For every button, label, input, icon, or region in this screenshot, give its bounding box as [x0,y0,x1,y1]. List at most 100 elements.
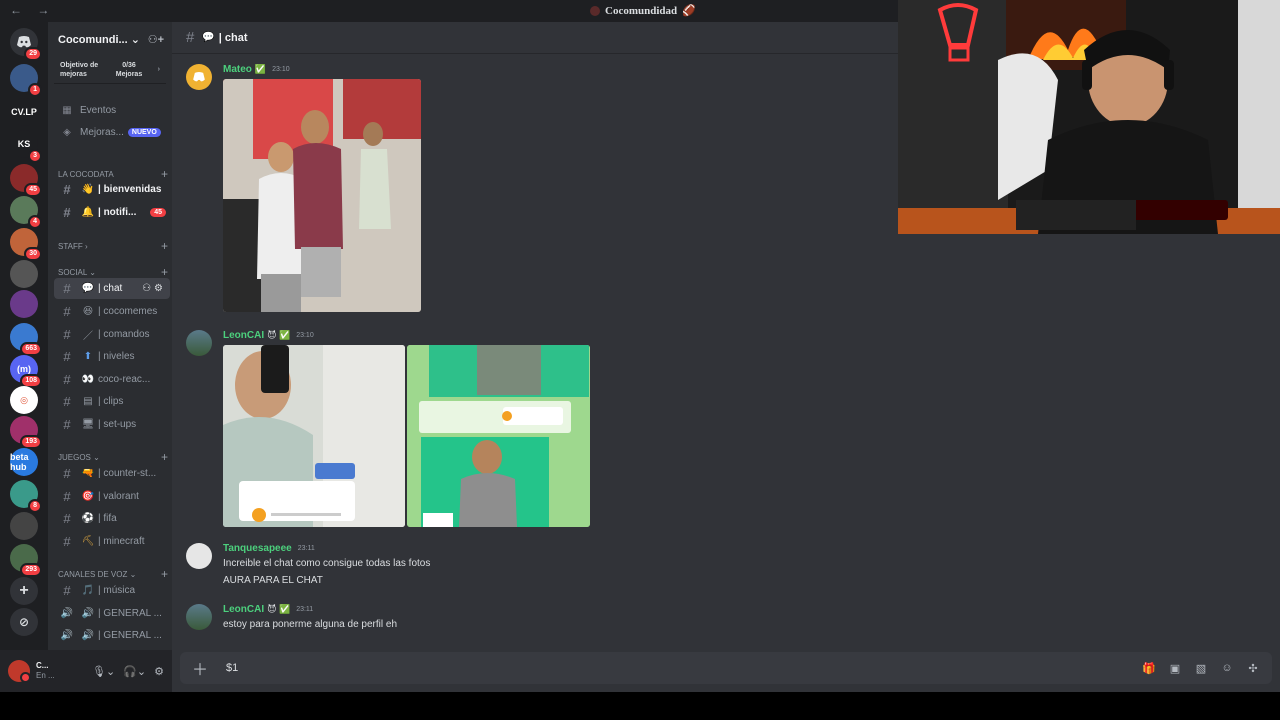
sidebar-item-events[interactable]: ▦ Eventos [54,100,170,121]
category-canales-de-voz[interactable]: CANALES DE VOZ ⌄ + [58,567,168,581]
server-icon[interactable] [10,290,38,318]
server-icon[interactable]: 8 [10,480,42,513]
gif-icon[interactable]: ▣ [1168,662,1182,675]
channel-notificaciones[interactable]: # 🔔 | notifi... 45 [54,202,170,223]
sidebar-item-boosts[interactable]: ◈ Mejoras... NUEVO [54,122,170,143]
server-icon[interactable]: 1 [10,64,42,97]
gear-icon[interactable]: ⚙ [154,665,164,678]
home-button[interactable]: 29 [10,28,42,61]
server-icon[interactable] [10,512,38,540]
window-title: Cocomundidad 🏈 [590,4,696,17]
boost-goal-progress: 0/36 Mejoras [115,61,143,78]
channel-coco-reacciones[interactable]: # 👀 coco-reac... [54,369,170,390]
boost-goal[interactable]: Objetivo de mejoras 0/36 Mejoras › [54,56,166,84]
bell-icon: 🔔 [81,207,95,218]
apps-icon[interactable]: ✣ [1246,662,1260,675]
server-icon[interactable]: beta hub [10,448,38,476]
message-text: AURA PARA EL CHAT [223,575,323,586]
server-icon[interactable] [10,260,38,288]
server-icon[interactable]: (m) 108 [10,355,42,388]
channel-settings-icons[interactable]: ⚇⚙ [142,283,166,294]
film-icon: ▤ [83,396,93,407]
server-icon[interactable]: 4 [10,196,42,229]
channel-chat[interactable]: # 💬 | chat ⚇⚙ [54,278,170,299]
message-input[interactable] [226,662,1106,674]
server-icon[interactable]: KS 3 [10,130,42,163]
channel-clips[interactable]: # ▤ | clips [54,391,170,412]
message-author[interactable]: LeonCAI [223,604,264,615]
channel-bienvenidas[interactable]: # 👋 | bienvenidas [54,179,170,200]
calendar-icon: ▦ [62,105,72,116]
avatar[interactable] [8,660,31,683]
gift-icon[interactable]: 🎁 [1142,662,1156,675]
channel-comandos[interactable]: # ／ | comandos [54,324,170,345]
discover-button[interactable]: ⊘ [10,608,38,636]
server-icon[interactable]: 30 [10,228,42,261]
voice-channel-general-1[interactable]: 🔊 🔊 | GENERAL ... [54,603,170,624]
channel-musica[interactable]: # 🎵 | música [54,580,170,601]
avatar[interactable] [186,330,212,356]
nav-arrows[interactable]: ← → [10,3,55,17]
attach-plus-icon[interactable]: ＋ [192,656,212,680]
server-icon[interactable]: CV.LP [10,98,38,126]
text-channel-icon: # [63,417,71,432]
channel-valorant[interactable]: # 🎯 | valorant [54,486,170,507]
message-timestamp: 23:10 [296,332,314,339]
message-text: estoy para ponerme alguna de perfil eh [223,619,398,630]
message-image[interactable] [407,345,590,527]
add-channel-icon[interactable]: + [161,239,168,253]
category-social[interactable]: SOCIAL ⌄ + [58,265,168,279]
message-image[interactable] [223,79,421,312]
text-channel-icon: # [186,29,195,46]
headphones-icon[interactable]: 🎧⌄ [123,665,146,678]
channel-cocomemes[interactable]: # 😆 | cocomemes [54,301,170,322]
webcam-overlay [898,0,1280,234]
avatar[interactable] [186,604,212,630]
channel-fifa[interactable]: # ⚽ | fifa [54,508,170,529]
invite-icon[interactable]: ⚇+ [148,33,164,46]
channel-title: | chat [218,31,248,44]
server-icon[interactable]: 293 [10,544,42,577]
home-mention-badge: 29 [24,47,42,61]
message-image[interactable] [223,345,405,527]
discord-app: ← → Cocomundidad 🏈 29 1 CV.LP KS 3 45 4 30 663(… [0,0,1280,692]
category-juegos[interactable]: JUEGOS ⌄ + [58,450,168,464]
channel-niveles[interactable]: # ⬆ | niveles [54,346,170,367]
message-timestamp: 23:10 [272,66,290,73]
add-channel-icon[interactable]: + [161,450,168,464]
sticker-icon[interactable]: ▧ [1194,662,1208,675]
channel-sidebar: Cocomundi... ⌄ ⚇+ Objetivo de mejoras 0/… [48,22,172,650]
server-icon[interactable]: ◎ [10,386,38,414]
server-icon[interactable]: 663 [10,323,42,356]
server-avatar [10,260,38,288]
text-channel-icon: # [63,583,71,598]
server-icon[interactable]: 193 [10,416,42,449]
server-header[interactable]: Cocomundi... ⌄ ⚇+ [48,22,172,56]
microphone-icon[interactable]: 🎙⌄ [92,665,115,678]
soccer-ball-icon: ⚽ [81,513,95,524]
channel-minecraft[interactable]: # ⛏ | minecraft [54,531,170,552]
channel-counter-strike[interactable]: # 🔫 | counter-st... [54,463,170,484]
category-staff[interactable]: STAFF › + [58,239,168,253]
text-channel-icon: # [63,304,71,319]
avatar[interactable] [186,64,212,90]
avatar[interactable] [186,543,212,569]
message-author[interactable]: Tanquesapeee [223,543,292,554]
voice-channel-general-2[interactable]: 🔊 🔊 | GENERAL ... [54,625,170,646]
emoji-icon[interactable]: ☺ [1220,662,1234,675]
mention-badge: 1 [28,83,42,97]
wave-icon: 👋 [81,184,95,195]
message-author[interactable]: Mateo [223,64,252,75]
text-channel-icon: # [63,534,71,549]
user-info[interactable]: C... En ... [36,661,66,681]
speaker-emoji-icon: 🔊 [81,630,95,641]
add-channel-icon[interactable]: + [161,265,168,279]
add-channel-icon[interactable]: + [161,567,168,581]
add-server-button[interactable]: + [10,577,38,605]
message-author[interactable]: LeonCAI [223,330,264,341]
chevron-right-icon: › [157,66,160,73]
mention-badge: 45 [150,208,166,217]
channel-set-ups[interactable]: # 🖥 | set-ups [54,414,170,435]
football-icon: 🏈 [682,5,696,17]
server-icon[interactable]: 45 [10,164,42,197]
